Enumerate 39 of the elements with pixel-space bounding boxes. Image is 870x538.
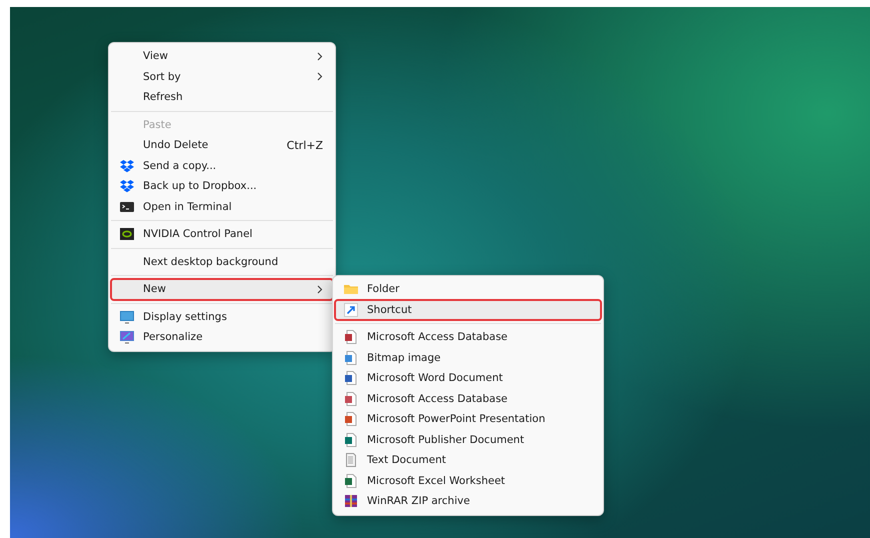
menu-item[interactable]: Microsoft Word Document — [335, 368, 601, 388]
menu-item[interactable]: Send a copy... — [111, 156, 333, 176]
menu-item[interactable]: Microsoft Access Database — [335, 388, 601, 409]
powerpoint-file-icon — [344, 412, 358, 426]
menu-item[interactable]: Refresh — [111, 87, 333, 108]
menu-item[interactable]: New — [111, 279, 333, 300]
dropbox-icon — [120, 158, 134, 173]
access-file-icon — [344, 330, 358, 344]
menu-item[interactable]: Bitmap image — [335, 348, 601, 368]
monitor-icon — [120, 310, 134, 324]
menu-item[interactable]: WinRAR ZIP archive — [335, 491, 601, 512]
shortcut-text: Ctrl+Z — [286, 138, 323, 152]
word-file-icon — [344, 371, 358, 386]
folder-icon — [344, 282, 358, 296]
menu-item[interactable]: Personalize — [111, 327, 333, 348]
menu-item[interactable]: Display settings — [111, 306, 333, 327]
terminal-icon — [120, 200, 134, 214]
menu-item[interactable]: View — [111, 46, 333, 66]
menu-item[interactable]: Folder — [335, 279, 601, 300]
menu-item[interactable]: Microsoft Excel Worksheet — [335, 470, 601, 491]
publisher-file-icon — [344, 432, 358, 447]
menu-item[interactable]: Shortcut — [335, 300, 601, 320]
dropbox-icon — [120, 179, 134, 194]
excel-file-icon — [344, 474, 358, 488]
archive-icon — [344, 494, 358, 508]
menu-item[interactable]: Open in Terminal — [111, 196, 333, 217]
menu-item[interactable]: Microsoft PowerPoint Presentation — [335, 409, 601, 430]
menu-item[interactable]: Sort by — [111, 66, 333, 87]
menu-item[interactable]: Next desktop background — [111, 252, 333, 272]
menu-item[interactable]: Microsoft Access Database — [335, 327, 601, 348]
menu-item[interactable]: NVIDIA Control Panel — [111, 224, 333, 244]
text-document-icon — [344, 453, 358, 468]
menu-item[interactable]: Microsoft Publisher Document — [335, 430, 601, 450]
shortcut-arrow-icon — [344, 302, 358, 317]
menu-item[interactable]: Text Document — [335, 450, 601, 470]
menu-item[interactable]: Undo Delete Ctrl+Z — [111, 135, 333, 156]
menu-item[interactable]: Back up to Dropbox... — [111, 176, 333, 196]
access-file-icon — [344, 392, 358, 406]
image-file-icon — [344, 350, 358, 365]
